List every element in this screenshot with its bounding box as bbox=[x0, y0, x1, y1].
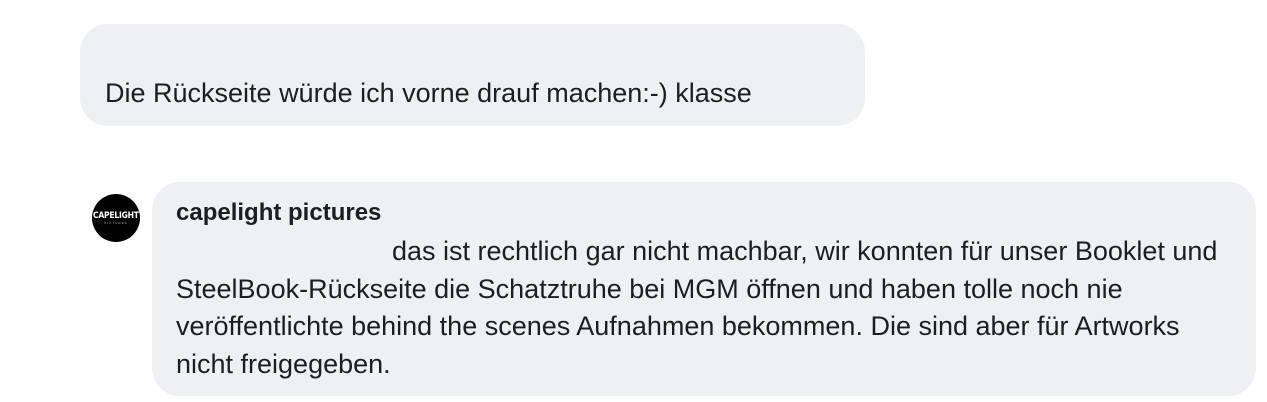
reply-text-block: das ist rechtlich gar nicht machbar, wir… bbox=[176, 233, 1236, 383]
reply-author-name[interactable]: capelight pictures bbox=[176, 198, 381, 228]
comment-bubble: Die Rückseite würde ich vorne drauf mach… bbox=[80, 24, 865, 126]
comment-text: Die Rückseite würde ich vorne drauf mach… bbox=[105, 78, 752, 108]
reply-text: das ist rechtlich gar nicht machbar, wir… bbox=[176, 236, 1218, 379]
reply-bubble: capelight pictures das ist rechtlich gar… bbox=[152, 182, 1256, 396]
avatar-logo-subtext: PICTURES bbox=[104, 221, 128, 225]
avatar[interactable]: CAPELIGHT PICTURES bbox=[92, 194, 140, 242]
avatar-logo-text: CAPELIGHT bbox=[93, 211, 139, 221]
